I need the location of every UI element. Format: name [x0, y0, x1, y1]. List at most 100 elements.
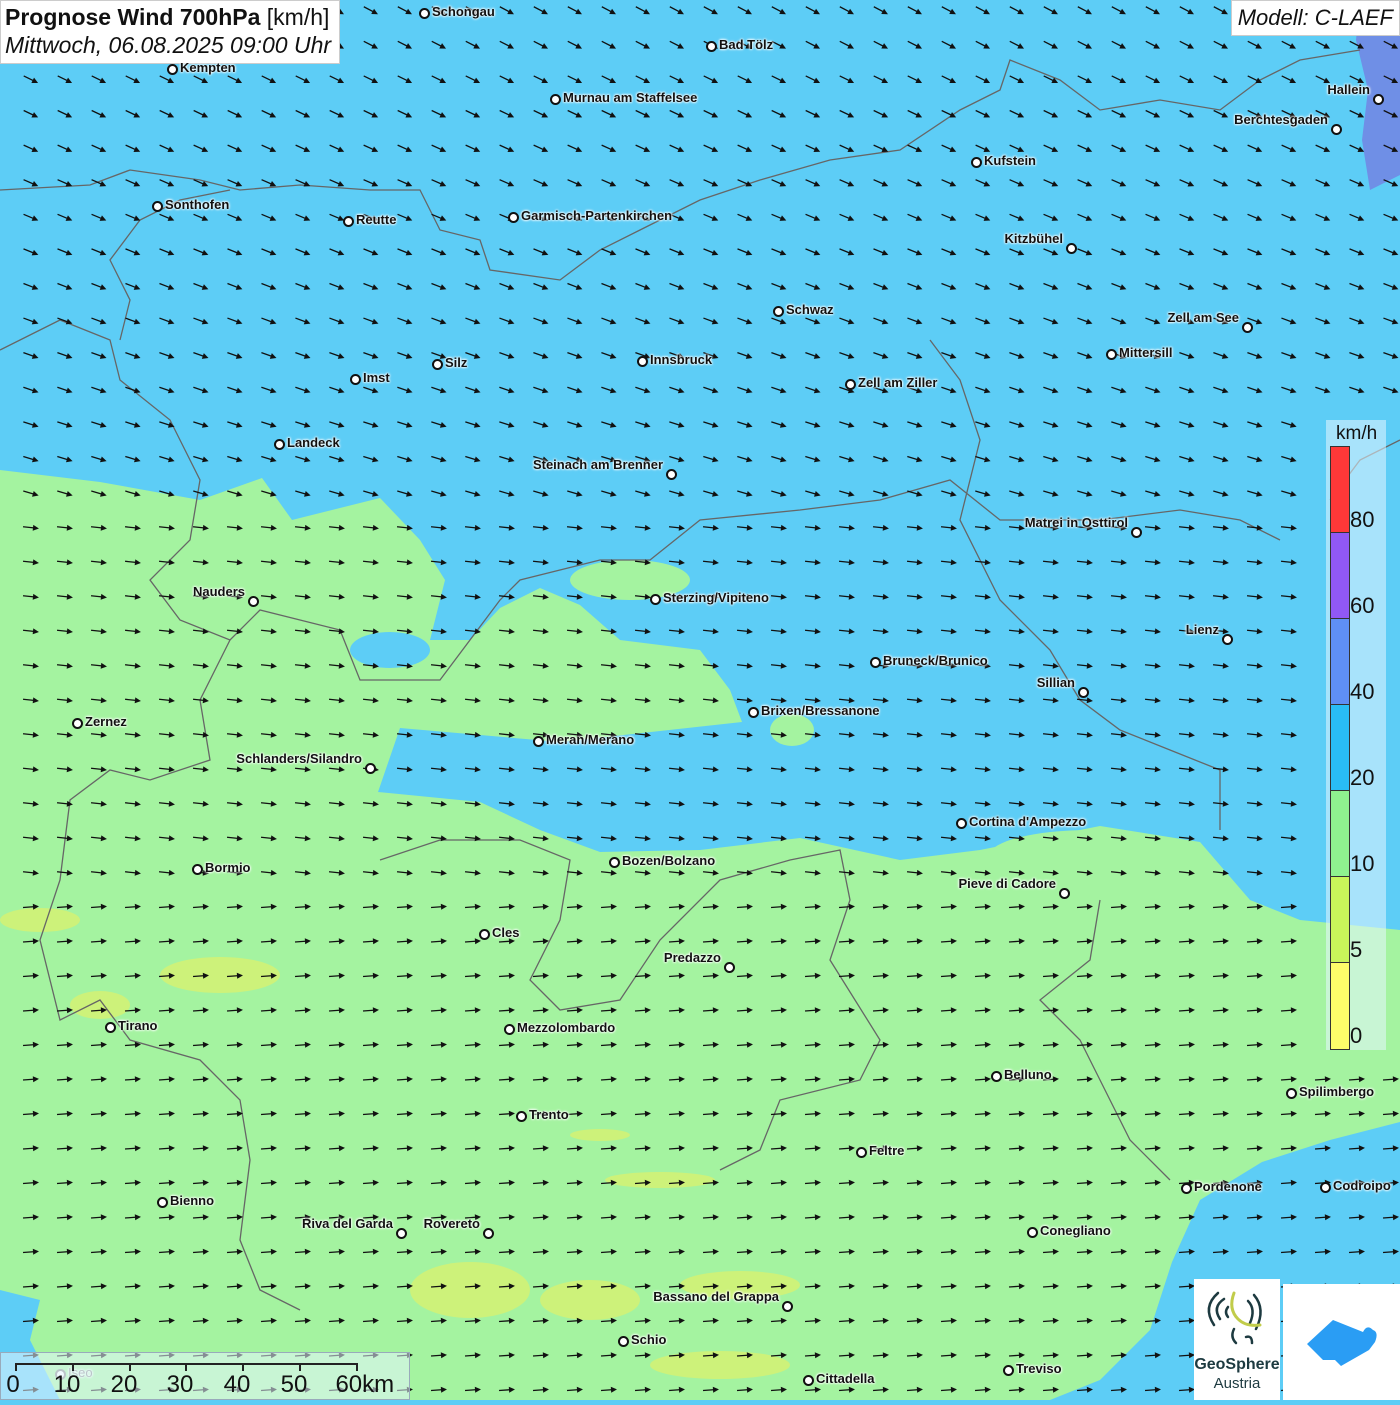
- city-label: Predazzo: [663, 950, 721, 965]
- legend-class: [1331, 705, 1349, 791]
- scale-label: 60km: [335, 1371, 395, 1398]
- city-dot-icon: [870, 657, 881, 668]
- city-dot-icon: [1131, 527, 1142, 538]
- city-label: Meran/Merano: [546, 732, 635, 747]
- city-label: Trento: [529, 1107, 569, 1122]
- city-label: Codroipo: [1333, 1178, 1391, 1193]
- city-label: Kitzbühel: [1004, 231, 1064, 246]
- scale-label: 50: [280, 1371, 308, 1398]
- city-dot-icon: [1320, 1182, 1331, 1193]
- city-label: Lienz: [1185, 622, 1219, 637]
- legend-tick: 20: [1350, 765, 1375, 790]
- legend-class: [1331, 447, 1349, 533]
- city-label: Zell am Ziller: [858, 375, 938, 390]
- city-label: Bozen/Bolzano: [622, 853, 716, 868]
- city-label: Sillian: [1036, 675, 1075, 690]
- city-label: Murnau am Staffelsee: [563, 90, 698, 105]
- city-dot-icon: [192, 864, 203, 875]
- city-dot-icon: [1286, 1088, 1297, 1099]
- city-dot-icon: [504, 1024, 515, 1035]
- model-label: Modell: C-LAEF: [1230, 0, 1400, 36]
- scale-bar: 0 10 20 30 40 50 60km: [0, 1352, 410, 1400]
- city-dot-icon: [782, 1301, 793, 1312]
- city-dot-icon: [773, 306, 784, 317]
- legend-bar: [1330, 446, 1350, 1050]
- city-dot-icon: [971, 157, 982, 168]
- weather-app-logo[interactable]: [1283, 1284, 1400, 1400]
- city-dot-icon: [803, 1375, 814, 1386]
- scale-tick: [185, 1363, 187, 1371]
- legend-tick: 0: [1350, 1023, 1363, 1048]
- city-label: Mittersill: [1119, 345, 1173, 360]
- scale-tick: [242, 1363, 244, 1371]
- city-label: Brixen/Bressanone: [761, 703, 880, 718]
- scale-tick: [15, 1363, 17, 1371]
- legend-class: [1331, 791, 1349, 877]
- wind-zone-20-40-patch: [350, 632, 430, 668]
- city-label: Schio: [631, 1332, 667, 1347]
- city-dot-icon: [72, 718, 83, 729]
- city-label: Schlanders/Silandro: [236, 751, 362, 766]
- legend-class: [1331, 877, 1349, 963]
- city-label: Reutte: [356, 212, 397, 227]
- city-label: Mezzolombardo: [517, 1020, 616, 1035]
- city-dot-icon: [609, 857, 620, 868]
- city-dot-icon: [516, 1111, 527, 1122]
- scale-tick: [72, 1363, 74, 1371]
- city-label: Treviso: [1016, 1361, 1062, 1376]
- city-label: Tirano: [118, 1018, 158, 1033]
- city-label: Bruneck/Brunico: [883, 653, 988, 668]
- scale-label: 0: [6, 1371, 20, 1398]
- city-dot-icon: [991, 1071, 1002, 1082]
- city-dot-icon: [956, 818, 967, 829]
- city-label: Pordenone: [1194, 1179, 1262, 1194]
- city-label: Cles: [492, 925, 520, 940]
- scale-tick: [356, 1363, 358, 1371]
- geosphere-austria-logo[interactable]: GeoSphere Austria: [1194, 1279, 1280, 1400]
- city-label: Cittadella: [816, 1371, 875, 1386]
- city-label: Sonthofen: [165, 197, 230, 212]
- city-dot-icon: [1242, 322, 1253, 333]
- city-label: Berchtesgaden: [1234, 112, 1328, 127]
- city-label: Bassano del Grappa: [653, 1289, 779, 1304]
- city-dot-icon: [432, 359, 443, 370]
- geosphere-country: Austria: [1213, 1375, 1261, 1392]
- city-dot-icon: [1222, 634, 1233, 645]
- legend-class: [1331, 619, 1349, 705]
- city-dot-icon: [157, 1197, 168, 1208]
- city-dot-icon: [248, 596, 259, 607]
- legend-tick: 80: [1350, 507, 1375, 532]
- city-label: Innsbruck: [650, 352, 713, 367]
- color-legend: km/h 80 60 40 20 10 5 0: [1326, 420, 1386, 1050]
- city-dot-icon: [1373, 94, 1384, 105]
- city-label: Zell am See: [1167, 310, 1239, 325]
- scale-label: 40: [223, 1371, 251, 1398]
- legend-tick: 40: [1350, 679, 1375, 704]
- city-dot-icon: [1059, 888, 1070, 899]
- geosphere-name: GeoSphere: [1194, 1356, 1280, 1373]
- city-dot-icon: [365, 763, 376, 774]
- city-dot-icon: [1078, 687, 1089, 698]
- city-label: Zernez: [85, 714, 127, 729]
- city-dot-icon: [508, 212, 519, 223]
- city-label: Bad Tölz: [719, 37, 774, 52]
- city-dot-icon: [1331, 124, 1342, 135]
- city-dot-icon: [483, 1228, 494, 1239]
- legend-class: [1331, 533, 1349, 619]
- city-label: Kufstein: [984, 153, 1036, 168]
- city-dot-icon: [856, 1147, 867, 1158]
- city-label: Kempten: [180, 60, 236, 75]
- map-unit: [km/h]: [266, 4, 330, 30]
- city-label: Schwaz: [786, 302, 834, 317]
- scale-tick: [129, 1363, 131, 1371]
- city-label: Belluno: [1004, 1067, 1052, 1082]
- city-dot-icon: [724, 962, 735, 973]
- city-dot-icon: [706, 41, 717, 52]
- legend-tick: 60: [1350, 593, 1375, 618]
- legend-tick: 5: [1350, 937, 1363, 962]
- city-label: Cortina d'Ampezzo: [969, 814, 1087, 829]
- scale-label: 10: [53, 1371, 81, 1398]
- legend-class: [1331, 963, 1349, 1049]
- city-label: Riva del Garda: [301, 1216, 393, 1231]
- city-label: Hallein: [1327, 82, 1370, 97]
